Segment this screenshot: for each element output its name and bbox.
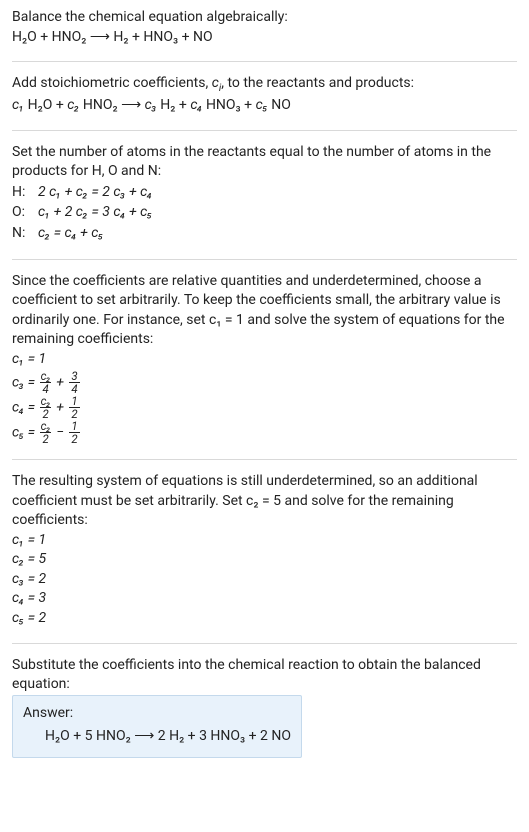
den: 4 (40, 382, 50, 395)
balance-row-n: N: c₂ = c₄ + c₅ (12, 224, 517, 244)
den: 2 (40, 432, 50, 445)
fraction: c₂2 (40, 420, 50, 445)
op: + (56, 399, 67, 415)
fraction: 12 (69, 420, 79, 445)
c1: c₁ (12, 97, 24, 113)
element-label: H: (12, 183, 30, 203)
balanced-equation: H₂O + 5 HNO₂ ⟶ 2 H₂ + 3 HNO₃ + 2 NO (23, 727, 291, 747)
num: c₂ (41, 395, 51, 407)
coef-c4: c₄ = 3 (12, 589, 517, 609)
t: HNO₃ + (202, 97, 255, 113)
section-solve-first: Since the coefficients are relative quan… (12, 272, 517, 460)
coef-c1: c₁ = 1 (12, 531, 517, 551)
den: 2 (69, 407, 79, 420)
answer-box: Answer: H₂O + 5 HNO₂ ⟶ 2 H₂ + 3 HNO₃ + 2… (12, 695, 302, 758)
equation: c₁ + 2 c₂ = 3 c₄ + c₅ (38, 203, 152, 223)
t: H₂ + (157, 97, 190, 113)
fraction: 34 (69, 370, 79, 395)
text: Add stoichiometric coefficients, (12, 75, 212, 91)
coef-c1: c₁ = 1 (12, 350, 517, 370)
coef-c3: c₃ = 2 (12, 570, 517, 590)
c5: c₅ (256, 97, 268, 113)
section-coefficients: Add stoichiometric coefficients, ci, to … (12, 74, 517, 131)
coef-c2: c₂ = 5 (12, 550, 517, 570)
intro-text: Balance the chemical equation algebraica… (12, 8, 517, 28)
coef-c3: c₃ = c₂4 + 34 (12, 370, 517, 395)
intro-text: Substitute the coefficients into the che… (12, 656, 517, 695)
ci-symbol: ci (212, 75, 222, 91)
coef-c4: c₄ = c₂2 + 12 (12, 395, 517, 420)
coef-c5: c₅ = c₂2 − 12 (12, 420, 517, 445)
t: NO (268, 97, 291, 113)
num: c₂ (41, 370, 51, 382)
t: H₂O + (24, 97, 67, 113)
fraction: c₂4 (40, 370, 50, 395)
section-atom-balance: Set the number of atoms in the reactants… (12, 143, 517, 260)
section-balance: Balance the chemical equation algebraica… (12, 8, 517, 62)
lhs: c₄ = (12, 399, 38, 415)
c: c (212, 75, 219, 91)
equation: c₂ = c₄ + c₅ (38, 224, 103, 244)
t: HNO₂ ⟶ (79, 97, 144, 113)
num: 3 (71, 370, 77, 382)
section-answer: Substitute the coefficients into the che… (12, 656, 517, 758)
lhs: c₅ = (12, 424, 38, 440)
intro-text: Set the number of atoms in the reactants… (12, 143, 517, 182)
lhs: c₃ = (12, 374, 38, 390)
fraction: c₂2 (40, 395, 50, 420)
num: 1 (71, 395, 77, 407)
op: − (56, 424, 67, 440)
unbalanced-equation: H₂O + HNO₂ ⟶ H₂ + HNO₃ + NO (12, 28, 517, 48)
element-label: O: (12, 203, 30, 223)
den: 4 (69, 382, 79, 395)
op: + (56, 374, 67, 390)
intro-text: The resulting system of equations is sti… (12, 472, 517, 531)
equation: 2 c₁ + c₂ = 2 c₃ + c₄ (38, 183, 152, 203)
den: 2 (69, 432, 79, 445)
coefficient-equation: c₁ H₂O + c₂ HNO₂ ⟶ c₃ H₂ + c₄ HNO₃ + c₅ … (12, 96, 517, 116)
c2: c₂ (67, 97, 79, 113)
element-label: N: (12, 224, 30, 244)
section-solve-second: The resulting system of equations is sti… (12, 472, 517, 644)
num: 1 (71, 420, 77, 432)
answer-title: Answer: (23, 704, 291, 724)
balance-row-h: H: 2 c₁ + c₂ = 2 c₃ + c₄ (12, 183, 517, 203)
num: c₂ (41, 420, 51, 432)
c3: c₃ (145, 97, 157, 113)
c4: c₄ (190, 97, 202, 113)
text: , to the reactants and products: (221, 75, 414, 91)
intro-text: Since the coefficients are relative quan… (12, 272, 517, 350)
intro-text: Add stoichiometric coefficients, ci, to … (12, 74, 517, 96)
fraction: 12 (69, 395, 79, 420)
den: 2 (40, 407, 50, 420)
balance-row-o: O: c₁ + 2 c₂ = 3 c₄ + c₅ (12, 203, 517, 223)
coef-c5: c₅ = 2 (12, 609, 517, 629)
